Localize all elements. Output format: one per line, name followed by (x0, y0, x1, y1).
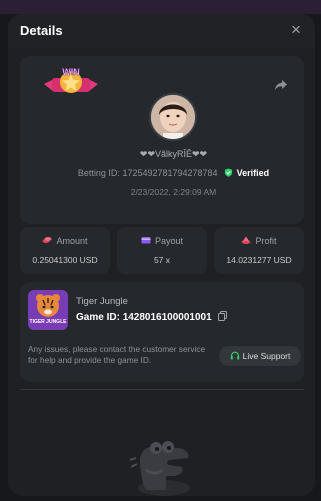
verified-shield-icon (224, 168, 233, 177)
stat-label: Amount (56, 236, 88, 246)
game-thumb-title: TIGER JUNGLE (30, 319, 68, 325)
modal-title: Details (20, 23, 63, 38)
win-badge-icon: WIN (44, 67, 98, 93)
stat-amount: Amount 0.25041300 USD (20, 227, 110, 274)
betting-id-row: Betting ID: 1725492781794278784 Verified (20, 168, 315, 178)
betting-id-label: Betting ID: (77, 168, 120, 178)
verified-label: Verified (236, 168, 270, 178)
stat-value: 57 x (153, 255, 171, 265)
headset-icon (230, 351, 239, 360)
money-icon (241, 236, 251, 244)
page-backdrop (0, 0, 321, 14)
modal-header: Details × (8, 14, 315, 48)
game-name: Tiger Jungle (76, 296, 128, 307)
stat-label: Profit (255, 236, 277, 246)
stat-label: Payout (154, 236, 184, 246)
crocodile-mascot-icon (129, 441, 190, 496)
game-thumbnail[interactable]: TIGER JUNGLE (28, 290, 68, 330)
copy-icon[interactable] (218, 311, 228, 321)
game-id-row: Game ID: 1428016100001001 (76, 311, 228, 323)
support-help-text: Any issues, please contact the customer … (28, 344, 206, 365)
badge-text: WIN (62, 67, 80, 77)
stat-value: 0.25041300 USD (32, 255, 98, 265)
bet-datetime: 2/23/2022, 2:29:09 AM (130, 187, 217, 197)
stat-value: 14.0231277 USD (226, 255, 292, 265)
avatar (149, 93, 197, 141)
share-icon[interactable] (274, 78, 288, 92)
coins-icon (42, 237, 52, 243)
game-card: TIGER JUNGLE Tiger Jungle Game ID: 14280… (20, 282, 304, 382)
live-support-label: Live Support (242, 351, 291, 361)
card-icon (141, 237, 151, 244)
betting-id-value: 1725492781794278784 (122, 168, 218, 178)
game-id-value: 1428016100001001 (122, 312, 212, 323)
player-card: WIN ❤❤VãlkyRÎÊ❤❤ Betting ID: 17254927817… (20, 56, 304, 224)
divider (20, 389, 304, 390)
details-modal: Details × WIN ❤❤VãlkyRÎÊ❤❤ Betting ID: 1… (8, 14, 315, 496)
live-support-button[interactable]: Live Support (219, 346, 301, 366)
stat-payout: Payout 57 x (117, 227, 207, 274)
username: ❤❤VãlkyRÎÊ❤❤ (139, 149, 208, 159)
stat-profit: Profit 14.0231277 USD (214, 227, 304, 274)
close-button[interactable]: × (287, 21, 305, 39)
game-id-label: Game ID: (76, 312, 120, 323)
